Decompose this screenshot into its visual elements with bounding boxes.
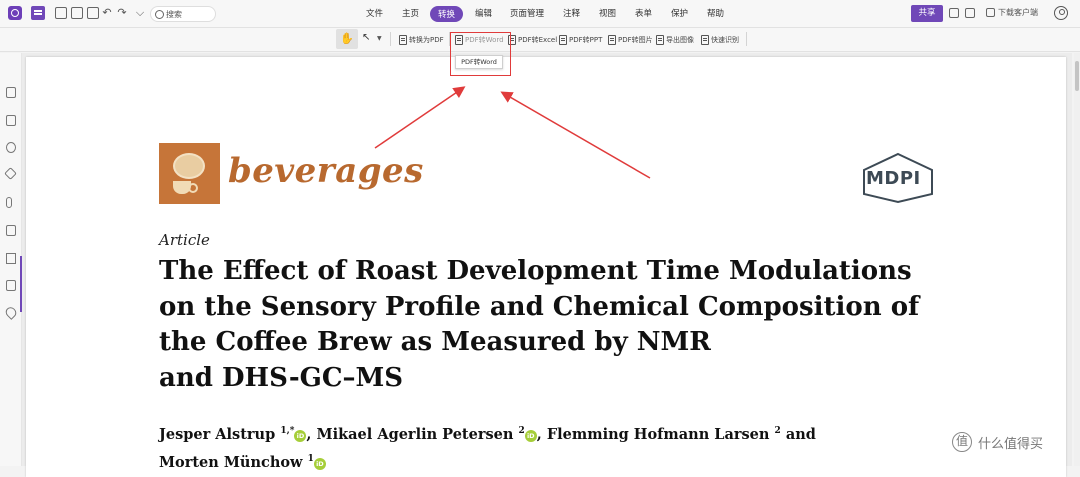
title-line: on the Sensory Profile and Chemical Comp…	[159, 291, 920, 322]
author-affiliation: 1	[307, 453, 314, 464]
export-image-button[interactable]: 导出图像	[656, 32, 694, 48]
vertical-scrollbar[interactable]	[1074, 53, 1080, 466]
tab-form[interactable]: 表单	[635, 7, 652, 19]
customize-quick-access-icon[interactable]: ⌵	[133, 7, 147, 19]
pdf-to-image-label: PDF转图片	[618, 36, 653, 44]
watermark: 值 什么值得买	[952, 432, 1043, 452]
toolbar-divider	[746, 32, 747, 46]
author-name: Morten Münchow	[159, 453, 303, 471]
attachment-icon[interactable]	[6, 197, 12, 208]
journal-logo-icon	[159, 143, 220, 204]
main-menu-icon[interactable]	[31, 6, 45, 20]
redo-icon[interactable]: ↷	[116, 7, 128, 19]
cookie-shape	[173, 153, 205, 179]
author-name: Flemming Hofmann Larsen	[546, 425, 770, 443]
download-icon	[986, 8, 995, 17]
search-input[interactable]: 搜索	[166, 9, 182, 20]
article-type: Article	[159, 231, 210, 249]
author-affiliation: 2	[774, 426, 781, 436]
user-account-icon[interactable]	[1054, 6, 1068, 20]
tab-protect[interactable]: 保护	[671, 7, 688, 19]
watermark-logo-icon: 值	[952, 432, 972, 452]
tab-home[interactable]: 主页	[402, 7, 419, 19]
quick-ocr-icon	[701, 35, 709, 45]
app-logo-icon[interactable]	[8, 6, 22, 20]
watermark-text: 什么值得买	[978, 436, 1044, 452]
pdf-to-ppt-label: PDF转PPT	[569, 36, 603, 44]
scrollbar-thumb[interactable]	[1075, 61, 1079, 91]
title-line: the Coffee Brew as Measured by NMR	[159, 327, 711, 357]
tab-page-management[interactable]: 页面管理	[510, 7, 544, 19]
orcid-icon[interactable]: iD	[313, 457, 326, 470]
layers-icon[interactable]	[4, 167, 17, 180]
convert-toolbar: ✋ ↖ ▼ 转换为PDF PDF转Word PDF转Excel PDF转PPT …	[0, 28, 1080, 52]
annotation-highlight-box	[450, 32, 511, 76]
pdf-to-excel-label: PDF转Excel	[518, 36, 558, 44]
chevron-down-icon[interactable]: ▼	[377, 35, 382, 42]
paper-title: The Effect of Roast Development Time Mod…	[159, 254, 959, 396]
pdf-to-image-button[interactable]: PDF转图片	[608, 32, 653, 48]
title-bar: ↶ ↷ ⌵ 搜索 文件 主页 转换 编辑 页面管理 注释 视图 表单 保护 帮助…	[0, 0, 1080, 28]
print-icon[interactable]	[87, 7, 99, 19]
cup-shape	[173, 181, 198, 194]
orcid-icon[interactable]: iD	[524, 429, 537, 442]
comments-icon[interactable]	[6, 142, 16, 153]
play-icon[interactable]	[965, 8, 975, 18]
open-folder-icon[interactable]	[55, 7, 67, 19]
tab-view[interactable]: 视图	[599, 7, 616, 19]
export-image-label: 导出图像	[666, 36, 694, 44]
share-button[interactable]: 共享	[911, 5, 943, 22]
journal-name: beverages	[228, 151, 424, 191]
title-line: and DHS-GC–MS	[159, 362, 404, 393]
toolbar-divider	[390, 32, 391, 46]
convert-to-pdf-button[interactable]: 转换为PDF	[399, 32, 444, 48]
title-line: The Effect of Roast Development Time Mod…	[159, 256, 912, 286]
author-name: Mikael Agerlin Petersen	[316, 425, 514, 443]
download-client-link[interactable]: 下载客户端	[998, 7, 1038, 18]
orcid-icon[interactable]: iD	[294, 429, 307, 442]
pdf-to-excel-button[interactable]: PDF转Excel	[508, 32, 557, 48]
export-image-icon	[656, 35, 664, 45]
form-fields-icon[interactable]	[6, 280, 16, 291]
tab-file[interactable]: 文件	[366, 7, 383, 19]
pdf-to-word-tooltip: PDF转Word	[455, 55, 503, 69]
thumbnails-icon[interactable]	[6, 115, 16, 126]
author-affiliation: 1,*	[280, 426, 295, 436]
publisher-name: MDPI	[866, 168, 921, 189]
quick-ocr-button[interactable]: 快速识别	[701, 32, 739, 48]
author-list: Jesper Alstrup 1,* iD, Mikael Agerlin Pet…	[159, 425, 816, 471]
search-icon	[155, 10, 164, 19]
select-tool-icon[interactable]: ↖	[362, 32, 370, 43]
left-sidebar	[0, 53, 22, 466]
convert-to-pdf-icon	[399, 35, 407, 45]
tab-annotate[interactable]: 注释	[563, 7, 580, 19]
tab-help[interactable]: 帮助	[707, 7, 724, 19]
and-word: and	[785, 425, 816, 443]
signature-icon[interactable]	[6, 253, 16, 264]
document-properties-icon[interactable]	[6, 225, 16, 236]
bookmark-icon[interactable]	[6, 87, 16, 98]
external-link-icon[interactable]	[949, 8, 959, 18]
author-affiliation: 2	[518, 426, 525, 436]
tab-convert[interactable]: 转换	[430, 6, 464, 22]
undo-icon[interactable]: ↶	[101, 7, 113, 19]
hand-tool-icon[interactable]: ✋	[336, 29, 358, 49]
tab-edit[interactable]: 编辑	[475, 7, 492, 19]
location-pin-icon[interactable]	[3, 305, 19, 320]
save-icon[interactable]	[71, 7, 83, 19]
pdf-to-ppt-icon	[559, 35, 567, 45]
quick-ocr-label: 快速识别	[711, 36, 739, 44]
search-box[interactable]: 搜索	[150, 6, 216, 22]
pdf-to-ppt-button[interactable]: PDF转PPT	[559, 32, 602, 48]
pdf-to-image-icon	[608, 35, 616, 45]
author-name: Jesper Alstrup	[159, 425, 276, 443]
convert-to-pdf-label: 转换为PDF	[409, 36, 444, 44]
